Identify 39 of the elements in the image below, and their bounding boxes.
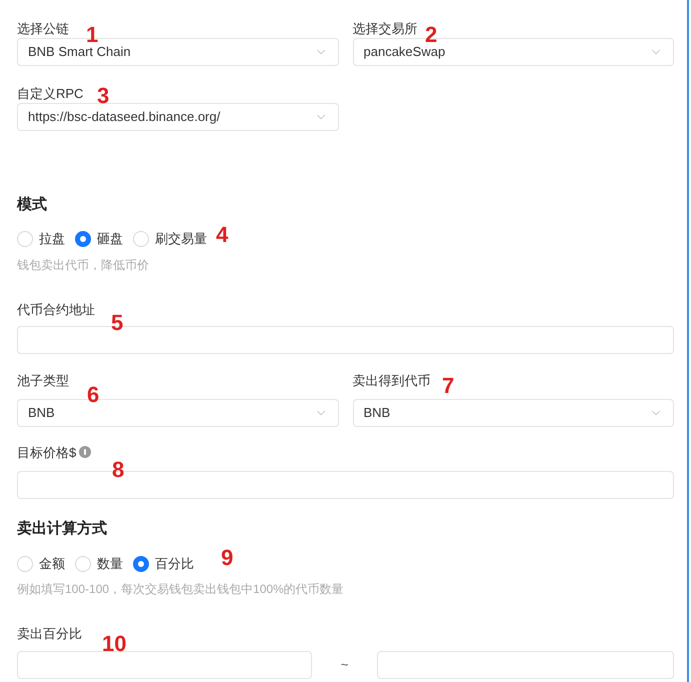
field-label: 目标价格$ [17,444,76,462]
annotation-number: 7 [442,373,454,399]
field-label: 选择交易所 [352,20,418,38]
hint-text: 钱包卖出代币，降低币价 [17,257,149,274]
annotation-number: 5 [111,310,124,336]
field-label: 卖出得到代币 [352,372,430,390]
radio-unchecked-icon [133,231,149,247]
hint-text: 例如填写100-100，每次交易钱包卖出钱包中100%的代币数量 [17,581,344,598]
field-label: 选择公链 [17,20,69,38]
radio-checked-icon [75,231,91,247]
select-value: https://bsc-dataseed.binance.org/ [28,108,220,126]
radio-option[interactable]: 金额 [17,554,65,574]
field-label: 卖出百分比 [17,625,82,643]
field-label: 自定义RPC [17,85,84,103]
input-field[interactable] [377,651,674,679]
field-label: 代币合约地址 [17,301,95,319]
radio-option[interactable]: 拉盘 [17,229,65,249]
radio-unchecked-icon [75,556,91,572]
select-value: BNB [28,404,55,422]
radio-unchecked-icon [17,556,33,572]
radio-checked-icon [133,556,149,572]
select-field[interactable]: https://bsc-dataseed.binance.org/ [17,103,338,131]
select-field[interactable]: BNB [352,399,674,427]
info-icon [79,446,92,458]
range-separator: ~ [340,656,348,674]
annotation-number: 10 [102,631,126,657]
radio-option[interactable]: 砸盘 [75,229,123,249]
radio-unchecked-icon [17,231,33,247]
radio-option[interactable]: 数量 [75,554,123,574]
annotation-number: 8 [112,457,124,483]
radio-option[interactable]: 百分比 [133,554,194,574]
section-heading: 模式 [17,195,47,215]
annotation-number: 4 [216,222,228,248]
annotation-number: 9 [221,545,234,571]
section-heading: 卖出计算方式 [17,519,107,539]
radio-option[interactable]: 刷交易量 [133,229,207,249]
input-field[interactable] [17,651,312,679]
select-value: BNB [364,404,390,422]
field-label: 池子类型 [17,372,69,390]
